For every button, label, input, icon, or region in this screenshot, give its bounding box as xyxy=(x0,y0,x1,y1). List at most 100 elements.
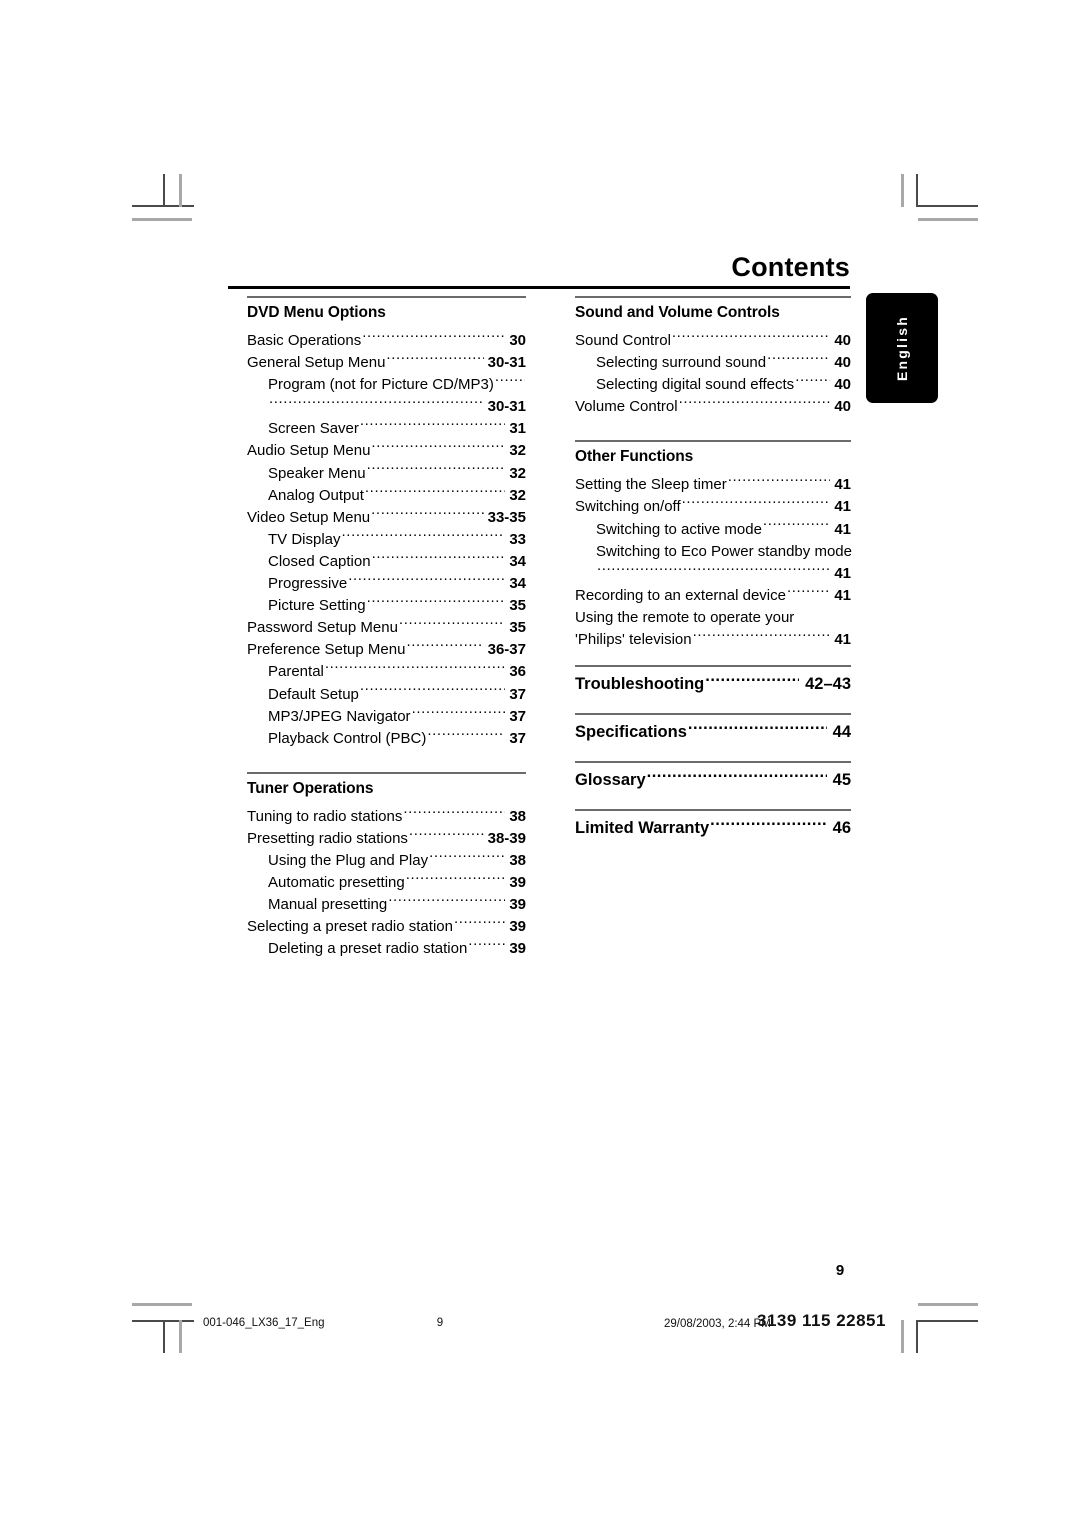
toc-entry-page: 45 xyxy=(832,771,851,790)
toc-entry[interactable]: Video Setup Menu 33-35 xyxy=(247,507,526,529)
toc-major-entry[interactable]: Limited Warranty 46 xyxy=(575,816,851,843)
toc-entry[interactable]: Deleting a preset radio station 39 xyxy=(247,938,526,960)
toc-entry-page: 35 xyxy=(509,597,526,615)
toc-entry-label: Selecting digital sound effects xyxy=(596,376,795,394)
toc-entry[interactable]: Preference Setup Menu 36-37 xyxy=(247,639,526,661)
toc-entry-page: 33 xyxy=(509,530,526,548)
toc-leader-dots xyxy=(795,374,830,389)
section-heading: Sound and Volume Controls xyxy=(575,304,780,321)
toc-entry[interactable]: General Setup Menu 30-31 xyxy=(247,352,526,374)
toc-leader-dots xyxy=(399,617,505,632)
toc-list: Basic Operations 30 General Setup Menu 30-3… xyxy=(247,330,526,750)
toc-entry-page: 39 xyxy=(509,874,526,892)
toc-entry[interactable]: Audio Setup Menu 32 xyxy=(247,440,526,462)
toc-entry-page: 37 xyxy=(509,707,526,725)
toc-entry[interactable]: Password Setup Menu 35 xyxy=(247,617,526,639)
toc-leader-dots xyxy=(495,374,525,389)
toc-entry[interactable]: Setting the Sleep timer 41 xyxy=(575,474,851,496)
toc-section: DVD Menu Options Basic Operations 30 Genera… xyxy=(247,296,526,750)
toc-entry[interactable]: Automatic presetting 39 xyxy=(247,872,526,894)
toc-entry[interactable]: Using the remote to operate your xyxy=(575,607,851,629)
toc-entry[interactable]: Screen Saver 31 xyxy=(247,418,526,440)
toc-entry-label: Password Setup Menu xyxy=(247,619,398,637)
toc-leader-dots xyxy=(409,828,484,843)
toc-entry[interactable]: Selecting a preset radio station 39 xyxy=(247,916,526,938)
toc-entry[interactable]: 'Philips' television 41 xyxy=(575,629,851,651)
toc-list: Setting the Sleep timer41Switching on/of… xyxy=(575,474,852,651)
toc-leader-dots xyxy=(468,938,505,953)
toc-entry[interactable]: Manual presetting 39 xyxy=(247,894,526,916)
toc-entry[interactable]: Tuning to radio stations 38 xyxy=(247,806,526,828)
toc-entry-label: Selecting a preset radio station xyxy=(247,918,453,936)
toc-entry-page: 40 xyxy=(834,332,851,349)
toc-leader-dots xyxy=(403,806,505,821)
toc-entry-label: Default Setup xyxy=(268,685,359,703)
toc-entry-label: TV Display xyxy=(268,530,341,548)
toc-entry[interactable]: Playback Control (PBC) 37 xyxy=(247,728,526,750)
toc-entry[interactable]: Progressive 34 xyxy=(247,573,526,595)
toc-entry-label: Volume Control xyxy=(575,398,678,416)
toc-entry[interactable]: 30-31 xyxy=(247,396,526,418)
toc-entry[interactable]: Switching on/off 41 xyxy=(575,496,851,518)
toc-entry[interactable]: Parental 36 xyxy=(247,661,526,683)
toc-entry[interactable]: Using the Plug and Play 38 xyxy=(247,850,526,872)
toc-major-entry[interactable]: Glossary 45 xyxy=(575,768,851,795)
toc-entry[interactable]: 41 xyxy=(575,563,851,585)
toc-entry-label: Parental xyxy=(268,663,324,681)
toc-entry-page: 36 xyxy=(509,663,526,681)
toc-entry[interactable]: Volume Control 40 xyxy=(575,396,851,418)
toc-entry-page: 36-37 xyxy=(487,641,526,659)
toc-entry[interactable]: Speaker Menu 32 xyxy=(247,463,526,485)
toc-entry[interactable]: TV Display 33 xyxy=(247,529,526,551)
toc-entry-label: Switching on/off xyxy=(575,498,681,516)
toc-leader-dots xyxy=(672,330,830,345)
toc-entry[interactable]: MP3/JPEG Navigator 37 xyxy=(247,706,526,728)
toc-leader-dots xyxy=(362,330,505,345)
toc-leader-dots xyxy=(679,396,831,411)
toc-leader-dots xyxy=(269,396,484,411)
toc-leader-dots xyxy=(693,629,831,644)
toc-entry-label: Analog Output xyxy=(268,486,364,504)
toc-leader-dots xyxy=(386,352,483,367)
section-divider xyxy=(575,440,851,443)
toc-entry[interactable]: Closed Caption 34 xyxy=(247,551,526,573)
toc-entry-label: Video Setup Menu xyxy=(247,508,371,526)
crop-mark-top-right-vertical xyxy=(916,174,918,207)
toc-entry-label: Limited Warranty xyxy=(575,819,710,838)
toc-entry[interactable]: Recording to an external device 41 xyxy=(575,585,851,607)
toc-entry[interactable]: Default Setup 37 xyxy=(247,684,526,706)
footer-timestamp: 29/08/2003, 2:44 PM xyxy=(664,1318,771,1330)
toc-entry[interactable]: Switching to Eco Power standby mode xyxy=(575,541,852,563)
toc-leader-dots xyxy=(597,563,830,578)
toc-entry[interactable]: Basic Operations 30 xyxy=(247,330,526,352)
toc-entry[interactable]: Picture Setting 35 xyxy=(247,595,526,617)
toc-entry[interactable]: Presetting radio stations 38-39 xyxy=(247,828,526,850)
crop-mark-bottom-right-horizontal xyxy=(916,1320,978,1322)
toc-entry-page: 30-31 xyxy=(487,398,526,416)
toc-entry-label: Automatic presetting xyxy=(268,874,405,892)
toc-leader-dots xyxy=(406,872,506,887)
toc-entry-page: 32 xyxy=(509,486,526,504)
toc-entry[interactable]: Program (not for Picture CD/MP3) xyxy=(247,374,526,396)
toc-entry-page: 34 xyxy=(509,575,526,593)
toc-entry[interactable]: Analog Output 32 xyxy=(247,485,526,507)
toc-entry[interactable]: Switching to active mode 41 xyxy=(575,519,851,541)
toc-entry[interactable]: Selecting surround sound 40 xyxy=(575,352,851,374)
toc-leader-dots xyxy=(342,529,506,544)
toc-major-entry[interactable]: Specifications 44 xyxy=(575,720,851,747)
toc-major-entry[interactable]: Troubleshooting 42–43 xyxy=(575,672,851,699)
section-heading: Tuner Operations xyxy=(247,779,374,797)
toc-entry-page: 38-39 xyxy=(487,829,526,847)
toc-entry-page: 33-35 xyxy=(487,508,526,526)
toc-major-section: Glossary 45 xyxy=(575,761,851,795)
section-divider xyxy=(575,809,851,812)
toc-entry-label: Tuning to radio stations xyxy=(247,807,403,825)
toc-leader-dots xyxy=(372,551,506,566)
toc-leader-dots xyxy=(427,728,505,743)
toc-entry[interactable]: Sound Control 40 xyxy=(575,330,851,352)
toc-entry[interactable]: Selecting digital sound effects 40 xyxy=(575,374,851,396)
crop-mark-bottom-right-gray-vertical xyxy=(901,1320,904,1353)
section-divider xyxy=(575,761,851,764)
toc-entry-label: Preference Setup Menu xyxy=(247,641,406,659)
crop-mark-bottom-left-gray-horizontal xyxy=(132,1303,192,1306)
